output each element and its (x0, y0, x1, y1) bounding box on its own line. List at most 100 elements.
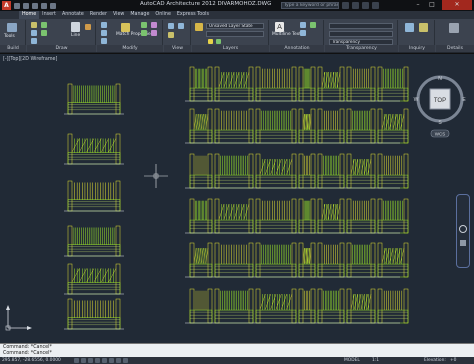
tab-annotate[interactable]: Annotate (59, 11, 87, 19)
close-button[interactable]: ✕ (442, 0, 472, 10)
autocad-window: A AutoCAD Architecture 2012 DIVARMOHOZ.D… (0, 0, 474, 364)
new-icon[interactable] (14, 2, 20, 9)
layers-group-label[interactable]: Layers (192, 45, 269, 52)
move-icon[interactable] (101, 22, 107, 28)
scale-icon[interactable] (151, 30, 157, 36)
lineweight-icon[interactable] (123, 358, 128, 363)
details-group-label[interactable]: Details (436, 45, 474, 52)
tab-home[interactable]: Home (19, 11, 40, 19)
inquiry-group-label[interactable]: Inquiry (399, 45, 435, 52)
tab-render[interactable]: Render (87, 11, 110, 19)
polar-tracking-icon[interactable] (95, 358, 100, 363)
fence-pillar (248, 108, 254, 144)
search-input[interactable]: Type a keyword or phrase (281, 2, 339, 9)
fence-pillar (403, 288, 409, 324)
tab-express-tools[interactable]: Express Tools (174, 11, 212, 19)
sign-in-icon[interactable] (362, 2, 369, 9)
line-icon[interactable] (71, 22, 80, 32)
undo-icon[interactable] (41, 2, 47, 9)
rectangle-icon[interactable] (41, 22, 47, 28)
dimension-icon[interactable] (300, 22, 306, 28)
modify-group-label[interactable]: Modify (97, 45, 163, 52)
tab-manage[interactable]: Manage (127, 11, 152, 19)
layer-dropdown[interactable] (206, 31, 264, 37)
fence-diagonal (357, 159, 362, 175)
table-icon[interactable] (310, 22, 316, 28)
fence-diagonal (367, 159, 372, 175)
annotation-scale[interactable]: 1:1 (372, 357, 379, 364)
color-dropdown[interactable] (329, 23, 393, 29)
tab-online[interactable]: Online (152, 11, 173, 19)
object-snap-tracking-icon[interactable] (109, 358, 114, 363)
maximize-button[interactable]: □ (426, 0, 438, 10)
layer-properties-icon[interactable] (195, 23, 203, 31)
drawing-canvas[interactable] (0, 54, 474, 344)
area-icon[interactable] (419, 23, 428, 32)
zoom-icon[interactable] (178, 23, 184, 29)
fence-pillar (115, 225, 121, 257)
stretch-icon[interactable] (151, 22, 157, 28)
tab-insert[interactable]: Insert (39, 11, 59, 19)
fence-diagonal (389, 248, 394, 264)
polyline-icon[interactable] (31, 22, 37, 28)
layer-freeze-icon[interactable] (216, 39, 221, 44)
multiline-text-icon[interactable]: A (275, 22, 284, 32)
fence-pillar (298, 288, 304, 324)
fence-diagonal (79, 268, 87, 283)
fence-pillar (317, 288, 323, 324)
ortho-mode-icon[interactable] (88, 358, 93, 363)
fence-pillar (248, 288, 254, 324)
compass-west-label[interactable]: W (414, 97, 419, 103)
fence-diagonal (321, 72, 326, 88)
leader-icon[interactable] (300, 30, 306, 36)
view-group-label[interactable]: View (164, 45, 191, 52)
linetype-dropdown[interactable] (329, 31, 393, 37)
annotation-group-label[interactable]: Annotation (270, 45, 324, 52)
measure-icon[interactable] (405, 23, 414, 32)
arc-icon[interactable] (31, 38, 37, 44)
steering-wheel-icon[interactable] (459, 225, 467, 233)
rotate-icon[interactable] (101, 30, 107, 36)
pan-icon[interactable] (168, 23, 174, 29)
tools-icon[interactable] (7, 23, 17, 32)
save-icon[interactable] (32, 2, 38, 9)
viewport-controls-label[interactable]: [-][Top][2D Wireframe] (3, 57, 57, 62)
tab-view[interactable]: View (110, 11, 127, 19)
exchange-icon[interactable] (372, 2, 379, 9)
compass-north-label[interactable]: N (438, 76, 442, 82)
compass-east-label[interactable]: E (462, 97, 466, 103)
app-menu-icon[interactable]: A (2, 1, 11, 10)
fence-pillar (189, 108, 195, 144)
transparency-group-label[interactable]: Transparency (325, 45, 398, 52)
layer-on-icon[interactable] (208, 39, 213, 44)
search-icon[interactable] (342, 2, 349, 9)
fence-pillar (403, 198, 409, 234)
grid-display-icon[interactable] (81, 358, 86, 363)
help-icon[interactable] (352, 2, 359, 9)
snap-mode-icon[interactable] (74, 358, 79, 363)
details-icon[interactable] (449, 23, 459, 33)
drawing-viewport[interactable]: [-][Top][2D Wireframe] TOP N S E W WCS (0, 53, 474, 343)
trim-icon[interactable] (101, 38, 107, 44)
hatch-icon[interactable] (41, 30, 47, 36)
match-properties-icon[interactable] (121, 23, 130, 32)
model-space-button[interactable]: MODEL (344, 357, 360, 364)
copy-icon[interactable] (141, 22, 147, 28)
pan-nav-icon[interactable] (460, 240, 466, 246)
minimize-button[interactable]: – (412, 0, 424, 10)
circle-icon[interactable] (31, 30, 37, 36)
dynamic-input-icon[interactable] (116, 358, 121, 363)
object-snap-icon[interactable] (102, 358, 107, 363)
draw-group-label[interactable]: Draw (27, 45, 96, 52)
layer-state-dropdown[interactable]: Unsaved Layer State (206, 23, 264, 29)
open-icon[interactable] (23, 2, 29, 9)
viewcube[interactable]: TOP N S E W WCS (412, 74, 468, 140)
elevation-value[interactable]: +0 (450, 357, 456, 364)
viewport-icon[interactable] (168, 32, 174, 38)
mirror-icon[interactable] (141, 30, 147, 36)
build-group-label[interactable]: Build (0, 45, 26, 52)
command-line[interactable]: Command: *Cancel* Command: *Cancel* (0, 343, 474, 357)
fence-pillar (291, 153, 297, 189)
construction-line-icon[interactable] (85, 24, 91, 30)
redo-icon[interactable] (50, 2, 56, 9)
